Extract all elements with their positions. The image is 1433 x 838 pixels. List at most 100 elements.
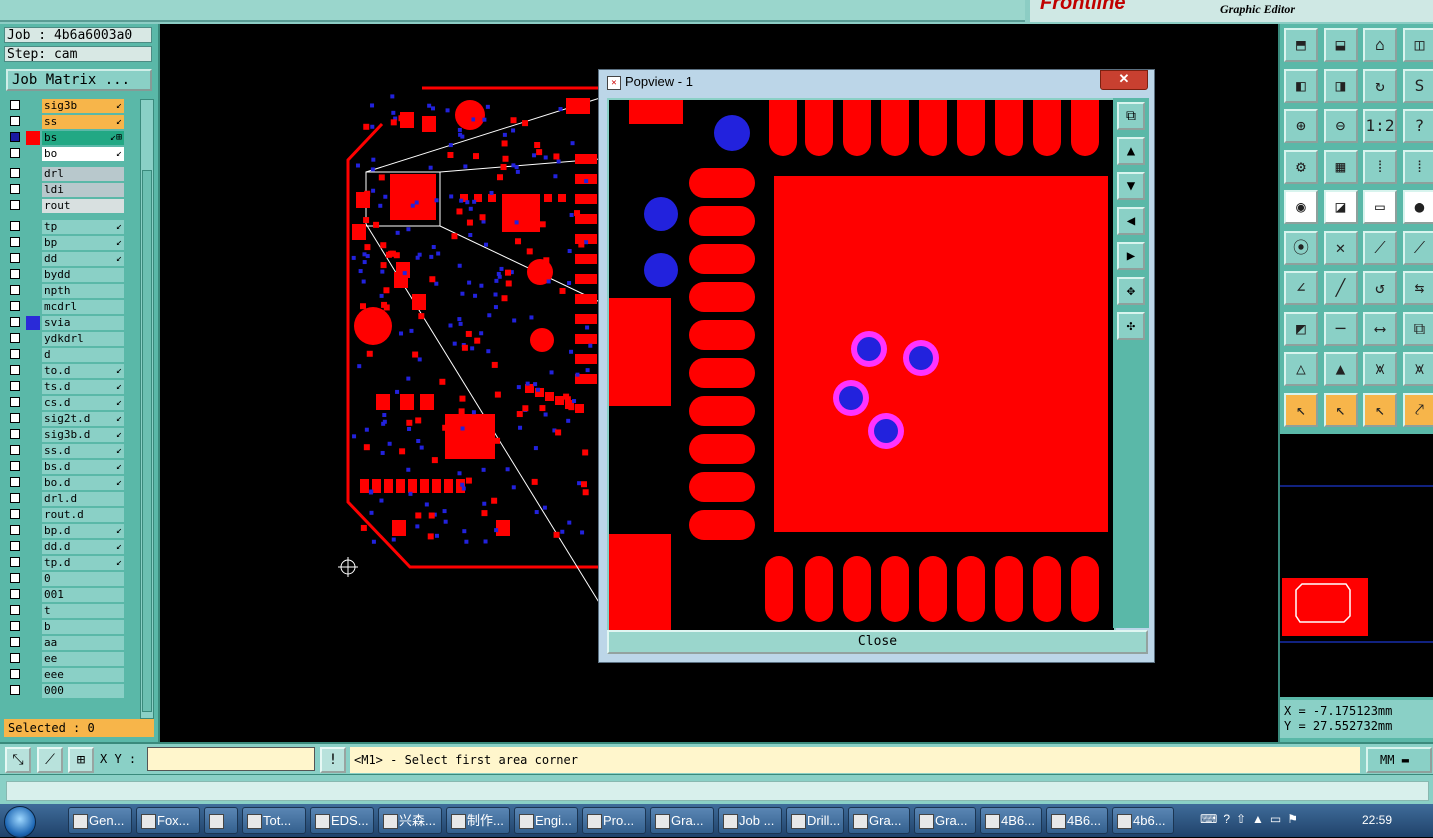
layer-color-swatch[interactable] <box>26 348 40 362</box>
layer-row[interactable]: 001 <box>6 588 128 602</box>
layer-name[interactable]: cs.d <box>42 396 124 410</box>
layer-color-swatch[interactable] <box>26 220 40 234</box>
layer-color-swatch[interactable] <box>26 115 40 129</box>
start-button[interactable] <box>4 806 36 838</box>
layer-color-swatch[interactable] <box>26 524 40 538</box>
layer-checkbox[interactable] <box>10 168 20 178</box>
layer-color-swatch[interactable] <box>26 147 40 161</box>
edit-icon[interactable]: ◪ <box>1324 190 1358 224</box>
taskbar-item[interactable]: Job ... <box>718 807 782 834</box>
node-icon[interactable]: ⦿ <box>1284 231 1318 265</box>
layer-row[interactable]: bp.d↙ <box>6 524 128 538</box>
grid-icon[interactable]: ▦ <box>1324 150 1358 184</box>
layer-name[interactable]: rout.d <box>42 508 124 522</box>
layer-row[interactable]: b <box>6 620 128 634</box>
ruler-icon[interactable]: ▭ <box>1363 190 1397 224</box>
layer-name[interactable]: dd <box>42 252 124 266</box>
layer-checkbox[interactable] <box>10 253 20 263</box>
taskbar-item[interactable]: 制作... <box>446 807 510 834</box>
layer-color-swatch[interactable] <box>26 588 40 602</box>
layer-row[interactable]: mcdrl <box>6 300 128 314</box>
redraw-icon[interactable]: S <box>1403 69 1433 103</box>
layer-row[interactable]: bp↙ <box>6 236 128 250</box>
popview-window[interactable]: ✕ Popview - 1 ✕ ⧉ ▲ ▼ ◀ ▶ ✥ ✣ <box>598 69 1155 663</box>
layer-name[interactable]: aa <box>42 636 124 650</box>
layer-name[interactable]: 0 <box>42 572 124 586</box>
pointer3-icon[interactable]: ↖ <box>1363 393 1397 427</box>
layer-row[interactable]: 000 <box>6 684 128 698</box>
taskbar-item[interactable]: Tot... <box>242 807 306 834</box>
zoomed-pcb[interactable] <box>609 100 1114 630</box>
layer-name[interactable]: ldi <box>42 183 124 197</box>
route-icon[interactable]: ⤤ <box>1403 393 1433 427</box>
layer-row[interactable]: svia <box>6 316 128 330</box>
layer-name[interactable]: bp <box>42 236 124 250</box>
layer-checkbox[interactable] <box>10 685 20 695</box>
layer-color-swatch[interactable] <box>26 183 40 197</box>
layer-name[interactable]: bo <box>42 147 124 161</box>
layer-name[interactable]: sig2t.d <box>42 412 124 426</box>
taskbar-item[interactable]: Gen... <box>68 807 132 834</box>
pan-right-icon[interactable]: ◨ <box>1324 69 1358 103</box>
taskbar-item[interactable]: 4B6... <box>1046 807 1108 834</box>
pan-down-icon[interactable]: ▼ <box>1117 172 1145 200</box>
zoom-out-icon[interactable]: ✣ <box>1117 312 1145 340</box>
layer-checkbox[interactable] <box>10 429 20 439</box>
layer-color-swatch[interactable] <box>26 316 40 330</box>
layer-name[interactable]: drl.d <box>42 492 124 506</box>
home-icon[interactable]: ⌂ <box>1363 28 1397 62</box>
layer-row[interactable]: drl <box>6 167 128 181</box>
layer-checkbox[interactable] <box>10 269 20 279</box>
layer-row[interactable]: ss↙ <box>6 115 128 129</box>
layer-color-swatch[interactable] <box>26 492 40 506</box>
layer-checkbox[interactable] <box>10 132 20 142</box>
layer-name[interactable]: sig3b <box>42 99 124 113</box>
layer-name[interactable]: to.d <box>42 364 124 378</box>
layer-name[interactable]: 000 <box>42 684 124 698</box>
layer-checkbox[interactable] <box>10 413 20 423</box>
layer-row[interactable]: eee <box>6 668 128 682</box>
units-select[interactable]: MM ▬ <box>1366 747 1432 773</box>
layer-name[interactable]: drl <box>42 167 124 181</box>
layer-color-swatch[interactable] <box>26 284 40 298</box>
layer-color-swatch[interactable] <box>26 668 40 682</box>
layer-name[interactable]: tp.d <box>42 556 124 570</box>
layer-checkbox[interactable] <box>10 621 20 631</box>
system-tray[interactable]: ⌨?⇧▲▭⚑ <box>1200 812 1350 830</box>
close-window-button[interactable]: ✕ <box>1100 70 1148 90</box>
triangle2-icon[interactable]: ▲ <box>1324 352 1358 386</box>
layer-name[interactable]: sig3b.d <box>42 428 124 442</box>
layer-color-swatch[interactable] <box>26 636 40 650</box>
ratio-icon[interactable]: 1:2 <box>1363 109 1397 143</box>
layer-color-swatch[interactable] <box>26 99 40 113</box>
layer-row[interactable]: dd↙ <box>6 252 128 266</box>
layer-checkbox[interactable] <box>10 461 20 471</box>
layer-checkbox[interactable] <box>10 116 20 126</box>
help-icon[interactable]: ? <box>1403 109 1433 143</box>
slash-icon[interactable]: ╱ <box>1324 271 1358 305</box>
layer-checkbox[interactable] <box>10 184 20 194</box>
triangle-icon[interactable]: △ <box>1284 352 1318 386</box>
layer-color-swatch[interactable] <box>26 444 40 458</box>
pointer2-icon[interactable]: ↖ <box>1324 393 1358 427</box>
layer-checkbox[interactable] <box>10 477 20 487</box>
layer-row[interactable]: sig3b↙ <box>6 99 128 113</box>
layer-row[interactable]: drl.d <box>6 492 128 506</box>
layer-checkbox[interactable] <box>10 637 20 647</box>
layer-color-swatch[interactable] <box>26 460 40 474</box>
layer-name[interactable]: 001 <box>42 588 124 602</box>
layer-name[interactable]: ss.d <box>42 444 124 458</box>
layer-checkbox[interactable] <box>10 525 20 535</box>
layer-color-swatch[interactable] <box>26 252 40 266</box>
layer-name[interactable]: bs.d <box>42 460 124 474</box>
grid-icon[interactable]: ⊞ <box>68 747 94 773</box>
layer-checkbox[interactable] <box>10 285 20 295</box>
layer-color-swatch[interactable] <box>26 167 40 181</box>
arch-icon[interactable]: ⩙ <box>1363 352 1397 386</box>
cross-icon[interactable]: ✕ <box>1324 231 1358 265</box>
layer-name[interactable]: ee <box>42 652 124 666</box>
layer-color-swatch[interactable] <box>26 380 40 394</box>
line2-icon[interactable]: ⟋ <box>1403 231 1433 265</box>
layer-checkbox[interactable] <box>10 589 20 599</box>
pan-up-icon[interactable]: ▲ <box>1117 137 1145 165</box>
